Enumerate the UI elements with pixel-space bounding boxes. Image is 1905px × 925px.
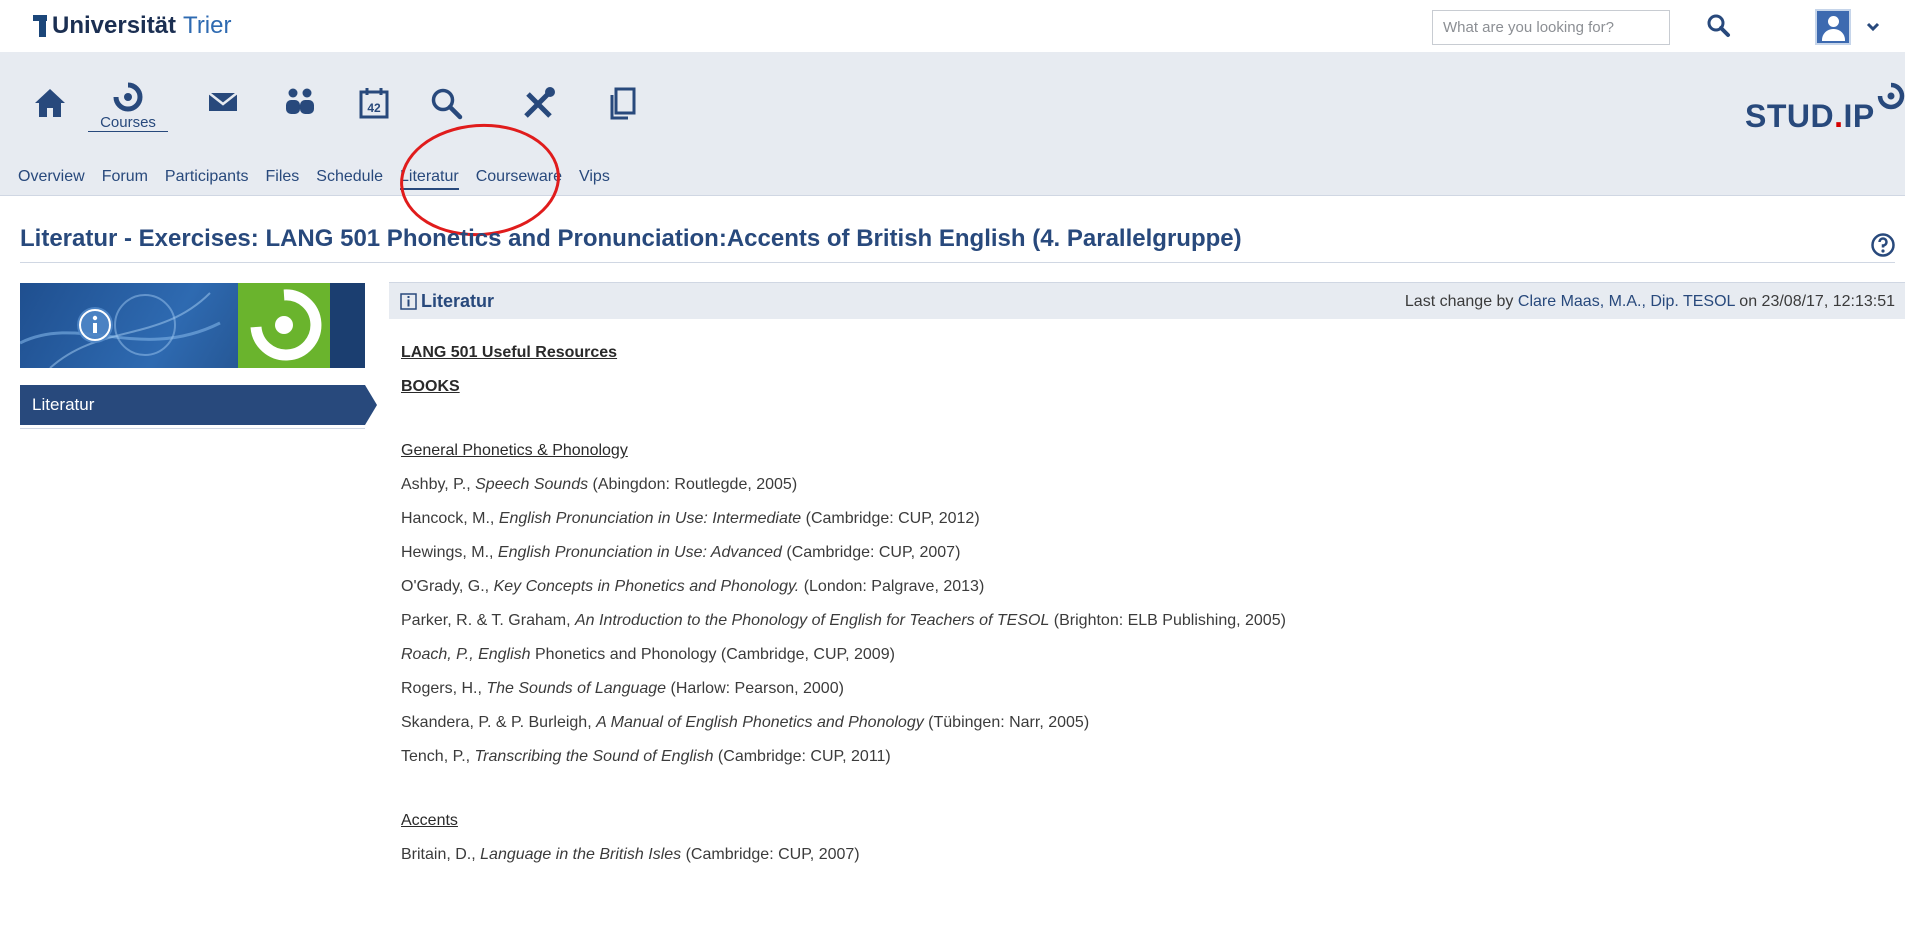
mail-icon (208, 92, 238, 111)
heading-books: BOOKS (401, 378, 460, 395)
info-icon (400, 293, 417, 310)
chevron-down-icon[interactable] (1866, 22, 1880, 32)
help-icon[interactable] (1870, 232, 1896, 258)
sidebar-item-label: Literatur (32, 395, 95, 414)
search-input[interactable] (1432, 10, 1670, 45)
tab-overview[interactable]: Overview (18, 158, 85, 196)
files-nav-button[interactable] (598, 86, 648, 126)
studip-logo-text: STUD (1745, 98, 1835, 134)
search-icon (431, 88, 463, 120)
sidebar-navigation: Literatur (20, 385, 377, 425)
files-icon (610, 87, 636, 120)
title-divider (20, 262, 1895, 263)
studip-logo-icon (1877, 82, 1904, 110)
reference-item: Britain, D., Language in the British Isl… (401, 846, 860, 863)
literature-content: Literatur Last change by Clare Maas, M.A… (389, 282, 1905, 925)
tools-nav-button[interactable] (514, 86, 564, 126)
section-accents: Accents (401, 812, 458, 829)
page-title: Literatur - Exercises: LANG 501 Phonetic… (20, 225, 1242, 252)
community-icon (286, 88, 314, 114)
tab-vips[interactable]: Vips (579, 158, 610, 196)
studip-logo[interactable]: STUD. IP (1745, 82, 1905, 132)
tab-participants[interactable]: Participants (165, 158, 249, 196)
trier-logo-icon (33, 15, 47, 37)
tab-schedule[interactable]: Schedule (316, 158, 383, 196)
home-nav-button[interactable] (25, 86, 75, 126)
university-logo[interactable]: Universität Trier (33, 11, 231, 41)
reference-item: Roach, P., English Phonetics and Phonolo… (401, 646, 895, 663)
tab-forum[interactable]: Forum (102, 158, 148, 196)
last-change-author-link[interactable]: Clare Maas, M.A., Dip. TESOL (1518, 293, 1735, 310)
heading-useful-resources: LANG 501 Useful Resources (401, 344, 618, 361)
studip-logo-suffix: IP (1843, 98, 1875, 134)
messages-nav-button[interactable] (198, 86, 248, 126)
courses-nav-label: Courses (100, 114, 156, 131)
reference-item: Rogers, H., The Sounds of Language (Harl… (401, 680, 844, 697)
tab-literatur[interactable]: Literatur (400, 158, 459, 196)
courses-nav-button[interactable]: Courses (88, 82, 168, 132)
last-change-info: Last change by Clare Maas, M.A., Dip. TE… (1405, 293, 1895, 311)
sidebar-divider (20, 428, 365, 429)
reference-item: Tench, P., Transcribing the Sound of Eng… (401, 748, 891, 765)
last-change-date: 23/08/17, 12:13:51 (1761, 293, 1895, 310)
reference-item: Hancock, M., English Pronunciation in Us… (401, 510, 980, 527)
studip-logo-dot: . (1834, 98, 1844, 134)
reference-item: Skandera, P. & P. Burleigh, A Manual of … (401, 714, 1090, 731)
search-button[interactable] (1705, 12, 1733, 40)
reference-item: O'Grady, G., Key Concepts in Phonetics a… (401, 578, 985, 595)
calendar-icon: 42 (359, 88, 389, 119)
tools-icon (524, 87, 555, 118)
schedule-nav-button[interactable]: 42 (349, 86, 399, 126)
main-navigation: Courses 42 STUD . IP (0, 52, 1905, 158)
last-change-on: on (1739, 293, 1758, 310)
course-tabs: Overview Forum Participants Files Schedu… (0, 158, 1905, 196)
tab-courseware[interactable]: Courseware (476, 158, 562, 196)
info-banner-graphic (20, 283, 365, 368)
logo-text-light: Trier (183, 12, 232, 39)
section-general-phonetics: General Phonetics & Phonology (401, 442, 628, 459)
last-change-prefix: Last change by (1404, 293, 1514, 310)
reference-item: Parker, R. & T. Graham, An Introduction … (401, 612, 1286, 629)
content-header-title: Literatur (421, 291, 495, 311)
top-bar: Universität Trier (0, 0, 1905, 52)
tab-files[interactable]: Files (266, 158, 300, 196)
search-nav-button[interactable] (422, 86, 472, 126)
reference-item: Ashby, P., Speech Sounds (Abingdon: Rout… (401, 476, 798, 493)
sidebar-image (20, 283, 365, 368)
search-icon (1707, 14, 1730, 37)
logo-text-bold: Universität (52, 12, 177, 39)
calendar-day-number: 42 (367, 101, 381, 115)
reference-item: Hewings, M., English Pronunciation in Us… (401, 544, 961, 561)
courses-icon (113, 82, 143, 112)
user-avatar-icon[interactable] (1815, 9, 1851, 45)
sidebar-item-literatur[interactable]: Literatur (20, 385, 377, 425)
content-header: Literatur Last change by Clare Maas, M.A… (389, 282, 1905, 319)
community-nav-button[interactable] (275, 86, 325, 126)
home-icon (35, 89, 65, 117)
